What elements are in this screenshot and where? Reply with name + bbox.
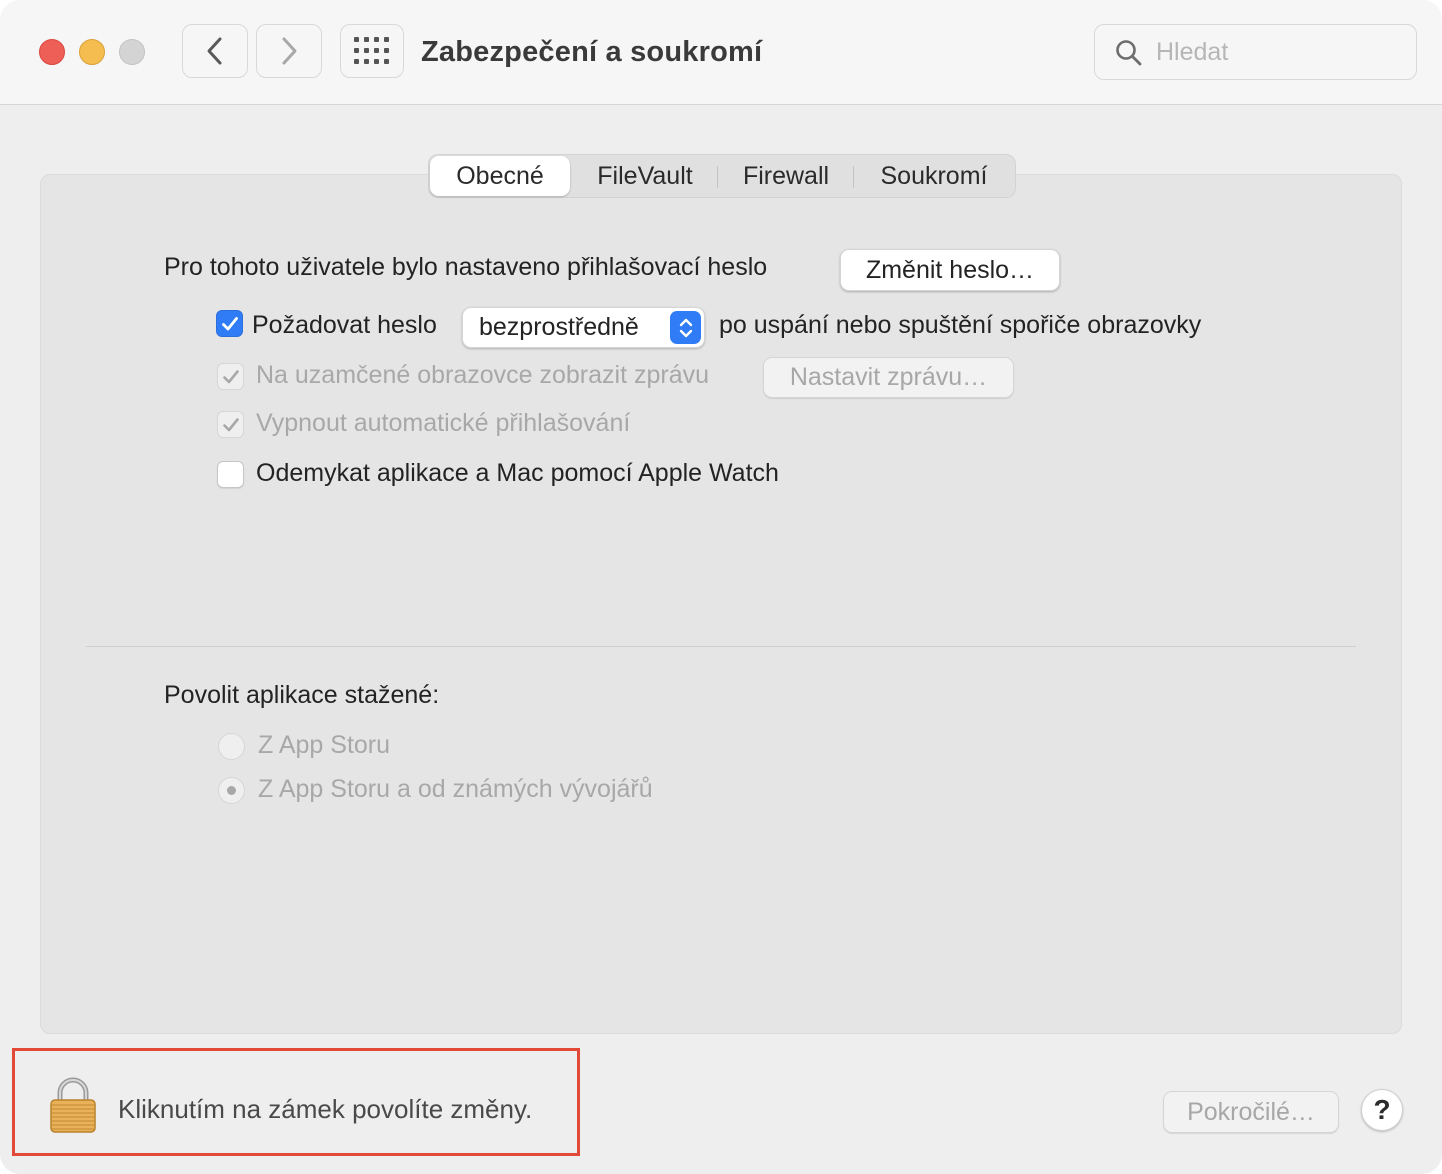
window-title: Zabezpečení a soukromí (421, 36, 763, 68)
checkmark-icon (222, 369, 239, 383)
require-password-suffix: po uspání nebo spuštění spořiče obrazovk… (719, 311, 1202, 339)
zoom-window-button[interactable] (119, 39, 145, 65)
minimize-window-button[interactable] (79, 39, 105, 65)
radio-app-store[interactable] (218, 733, 245, 760)
lock-message-label: Na uzamčené obrazovce zobrazit zprávu (256, 361, 710, 389)
tab-firewall[interactable]: Firewall (721, 155, 851, 197)
chevron-right-icon (282, 37, 297, 65)
back-button[interactable] (182, 24, 248, 78)
tab-separator (853, 166, 854, 188)
require-password-label: Požadovat heslo (252, 311, 437, 339)
close-window-button[interactable] (39, 39, 65, 65)
tab-bar: Obecné FileVault Firewall Soukromí (428, 154, 1016, 198)
section-divider (86, 646, 1356, 647)
password-set-text: Pro tohoto uživatele bylo nastaveno přih… (164, 253, 768, 281)
title-bar: Zabezpečení a soukromí Hledat (0, 0, 1442, 105)
help-button[interactable]: ? (1361, 1089, 1403, 1131)
checkmark-icon (222, 417, 239, 431)
require-password-delay-select[interactable]: bezprostředně (462, 307, 705, 348)
chevron-left-icon (207, 37, 222, 65)
grid-icon (354, 37, 389, 64)
tab-filevault[interactable]: FileVault (577, 155, 713, 197)
lock-message-checkbox[interactable] (217, 363, 244, 390)
set-message-button[interactable]: Nastavit zprávu… (763, 357, 1014, 398)
search-icon (1116, 40, 1142, 66)
radio-selected-dot (227, 786, 236, 795)
search-placeholder: Hledat (1156, 38, 1229, 66)
search-field[interactable]: Hledat (1094, 24, 1417, 80)
require-password-delay-value: bezprostředně (479, 313, 639, 341)
disable-auto-login-label: Vypnout automatické přihlašování (256, 409, 631, 437)
tab-general[interactable]: Obecné (430, 156, 570, 196)
advanced-button[interactable]: Pokročilé… (1163, 1091, 1339, 1133)
tab-privacy[interactable]: Soukromí (857, 155, 1011, 197)
content-panel (40, 174, 1402, 1034)
apple-watch-unlock-checkbox[interactable] (217, 461, 244, 488)
checkmark-icon (221, 316, 238, 330)
radio-app-store-identified-label: Z App Storu a od známých vývojářů (258, 775, 653, 803)
forward-button[interactable] (256, 24, 322, 78)
allow-apps-heading: Povolit aplikace stažené: (164, 681, 440, 709)
radio-app-store-identified[interactable] (218, 777, 245, 804)
tab-separator (717, 166, 718, 188)
lock-icon[interactable] (48, 1076, 98, 1139)
change-password-button[interactable]: Změnit heslo… (840, 249, 1060, 291)
select-stepper (670, 311, 701, 344)
lock-hint-text: Kliknutím na zámek povolíte změny. (118, 1094, 533, 1124)
require-password-checkbox[interactable] (216, 310, 243, 337)
apple-watch-unlock-label: Odemykat aplikace a Mac pomocí Apple Wat… (256, 459, 779, 487)
radio-app-store-label: Z App Storu (258, 731, 391, 759)
show-all-button[interactable] (340, 24, 404, 78)
preferences-window: Zabezpečení a soukromí Hledat Obecné Fil… (0, 0, 1442, 1174)
up-down-chevron-icon (679, 318, 692, 337)
disable-auto-login-checkbox[interactable] (217, 411, 244, 438)
